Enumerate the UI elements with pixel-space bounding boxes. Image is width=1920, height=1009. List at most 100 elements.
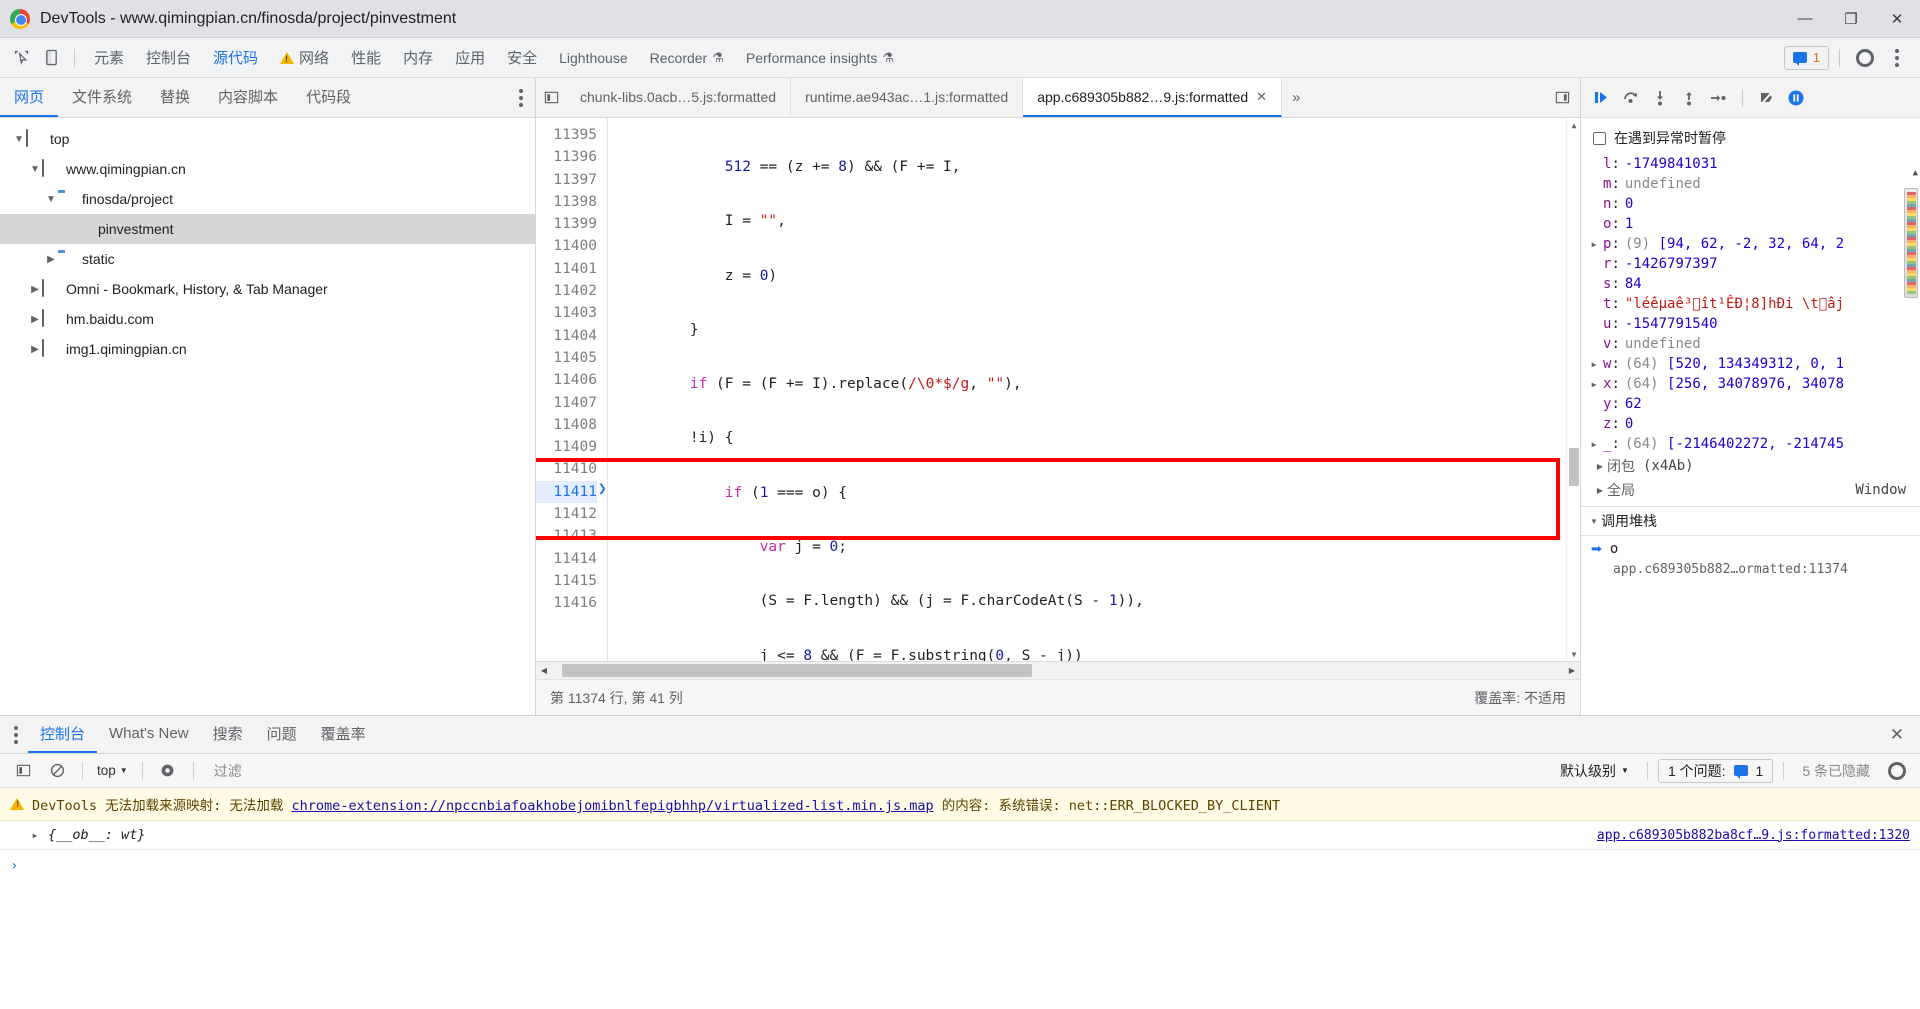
scope-var-s[interactable]: s:84 [1587, 274, 1920, 294]
call-stack-location[interactable]: app.c689305b882…ormatted:11374 [1581, 562, 1920, 577]
scope-var-w[interactable]: ▶ w: (64) [520, 134349312, 0, 1 [1587, 354, 1920, 374]
navigator-file-tree[interactable]: ▼ top ▼ www.qimingpian.cn ▼ finosda/proj… [0, 118, 535, 715]
console-object-message[interactable]: ▶ {__ob__: wt} app.c689305b882ba8cf…9.js… [0, 821, 1920, 850]
scope-var-underscore[interactable]: ▶ _: (64) [-2146402272, -214745 [1587, 434, 1920, 454]
console-message-source-link[interactable]: app.c689305b882ba8cf…9.js:formatted:1320 [1597, 828, 1910, 843]
scroll-left-arrow-icon[interactable]: ◀ [536, 666, 552, 675]
console-sidebar-icon[interactable] [8, 757, 38, 785]
step-into-icon[interactable] [1647, 85, 1673, 111]
close-button[interactable]: ✕ [1874, 0, 1920, 38]
next-tab-icon[interactable] [1545, 78, 1580, 117]
drawer-tab-coverage[interactable]: 覆盖率 [309, 716, 378, 753]
editor-vertical-scrollbar[interactable]: ▲ ▼ [1566, 118, 1580, 661]
tree-item-hm-baidu[interactable]: ▶ hm.baidu.com [0, 304, 535, 334]
editor-tab-runtime[interactable]: runtime.ae943ac…1.js:formatted [791, 78, 1024, 117]
scroll-up-arrow-icon[interactable]: ▲ [1567, 118, 1580, 132]
live-expression-icon[interactable] [153, 757, 183, 785]
tab-console[interactable]: 控制台 [135, 38, 202, 77]
drawer-tab-console[interactable]: 控制台 [28, 716, 98, 753]
console-level-selector[interactable]: 默认级别 ▼ [1552, 761, 1637, 781]
tree-item-domain[interactable]: ▼ www.qimingpian.cn [0, 154, 535, 184]
tab-elements[interactable]: 元素 [83, 38, 135, 77]
pause-on-exceptions-icon[interactable] [1783, 85, 1809, 111]
console-warning-message[interactable]: DevTools 无法加载来源映射: 无法加载 chrome-extension… [0, 788, 1920, 821]
tab-performance[interactable]: 性能 [340, 38, 392, 77]
tree-item-omni[interactable]: ▶ Omni - Bookmark, History, & Tab Manage… [0, 274, 535, 304]
tab-memory[interactable]: 内存 [392, 38, 444, 77]
tab-performance-insights[interactable]: Performance insights ⚗ [735, 38, 905, 77]
tab-security[interactable]: 安全 [496, 38, 548, 77]
scope-var-u[interactable]: u: -1547791540 [1587, 314, 1920, 334]
tab-recorder[interactable]: Recorder ⚗ [639, 38, 735, 77]
twisty-icon[interactable]: ▶ [28, 344, 42, 355]
scrollbar-thumb[interactable] [1569, 448, 1579, 486]
navigator-more-button[interactable] [507, 78, 535, 117]
deactivate-breakpoints-icon[interactable] [1754, 85, 1780, 111]
scroll-down-arrow-icon[interactable]: ▼ [1567, 647, 1580, 661]
expand-arrow-icon[interactable]: ▶ [28, 831, 42, 840]
step-over-icon[interactable] [1618, 85, 1644, 111]
pause-on-exceptions-row[interactable]: 在遇到异常时暂停 [1581, 118, 1920, 154]
tree-item-pinvestment[interactable]: pinvestment [0, 214, 535, 244]
hscroll-track[interactable] [552, 662, 1564, 679]
expand-arrow-icon[interactable]: ▶ [1593, 486, 1607, 495]
nav-tab-page[interactable]: 网页 [0, 78, 59, 117]
console-issues-button[interactable]: 1 个问题: 1 [1657, 758, 1774, 783]
editor-tab-overflow-button[interactable]: » [1282, 78, 1310, 117]
twisty-icon[interactable]: ▼ [12, 134, 26, 145]
scope-var-m[interactable]: m: undefined [1587, 174, 1920, 194]
code-text-area[interactable]: 512 == (z += 8) && (F += I, I = "", z = … [608, 118, 1580, 661]
collapse-arrow-icon[interactable]: ▼ [1587, 517, 1601, 526]
scope-var-t[interactable]: t: "léêµaê³⃝ît¹ÊÐ¦8]hÐi \t⃝âj [1587, 294, 1920, 314]
scope-var-x[interactable]: ▶ x: (64) [256, 34078976, 34078 [1587, 374, 1920, 394]
twisty-icon[interactable]: ▼ [44, 194, 58, 205]
scope-var-y[interactable]: y:62 [1587, 394, 1920, 414]
twisty-icon[interactable]: ▶ [44, 254, 58, 265]
drawer-tab-whats-new[interactable]: What's New [97, 716, 201, 753]
scope-var-v[interactable]: v: undefined [1587, 334, 1920, 354]
device-toolbar-icon[interactable] [36, 44, 66, 72]
twisty-icon[interactable]: ▶ [28, 284, 42, 295]
call-stack-frame[interactable]: ➡ o [1581, 536, 1920, 562]
editor-horizontal-scrollbar[interactable]: ◀ ▶ [536, 661, 1580, 679]
resume-script-icon[interactable] [1589, 85, 1615, 111]
tab-network[interactable]: 网络 [269, 38, 340, 77]
clear-console-icon[interactable] [42, 757, 72, 785]
twisty-icon[interactable]: ▼ [28, 164, 42, 175]
gear-icon[interactable] [1850, 44, 1880, 72]
expand-arrow-icon[interactable]: ▶ [1587, 240, 1601, 249]
close-icon[interactable]: ✕ [1256, 89, 1267, 105]
scope-var-l[interactable]: l: -1749841031 [1587, 154, 1920, 174]
tree-item-top[interactable]: ▼ top [0, 124, 535, 154]
scope-var-n[interactable]: n:0 [1587, 194, 1920, 214]
tab-application[interactable]: 应用 [444, 38, 496, 77]
close-icon[interactable]: ✕ [1874, 725, 1920, 745]
nav-tab-content-scripts[interactable]: 内容脚本 [204, 78, 292, 117]
code-editor[interactable]: 11395 11396 11397 11398 11399 11400 1140… [536, 118, 1580, 661]
scrollbar-minimap[interactable] [1904, 188, 1918, 298]
minimize-button[interactable]: — [1782, 0, 1828, 38]
gear-icon[interactable] [1882, 757, 1912, 785]
cursor-select-icon[interactable] [6, 44, 36, 72]
tab-sources[interactable]: 源代码 [202, 38, 269, 77]
issues-counter-button[interactable]: 1 [1783, 45, 1829, 70]
nav-tab-overrides[interactable]: 替换 [146, 78, 204, 117]
source-map-link[interactable]: chrome-extension://npccnbiafoakhobejomib… [292, 798, 934, 814]
call-stack-header[interactable]: ▼ 调用堆栈 [1581, 506, 1920, 536]
scroll-right-arrow-icon[interactable]: ▶ [1564, 666, 1580, 675]
nav-tab-snippets[interactable]: 代码段 [292, 78, 365, 117]
drawer-more-button[interactable] [0, 725, 28, 744]
scope-var-o[interactable]: o:1 [1587, 214, 1920, 234]
scope-section-global[interactable]: ▶ 全局 Window [1587, 478, 1920, 502]
scope-variables-list[interactable]: ▲ l: -1749841031 m: undefined n:0 o:1 ▶ p:(… [1581, 154, 1920, 502]
pause-on-exceptions-checkbox[interactable] [1593, 131, 1606, 145]
twisty-icon[interactable]: ▶ [28, 314, 42, 325]
console-prompt-row[interactable]: › [0, 850, 1920, 882]
nav-tab-filesystem[interactable]: 文件系统 [58, 78, 146, 117]
expand-arrow-icon[interactable]: ▶ [1587, 380, 1601, 389]
tree-item-folder-project[interactable]: ▼ finosda/project [0, 184, 535, 214]
scope-section-closure[interactable]: ▶ 闭包 (x4Ab) [1587, 454, 1920, 478]
tab-lighthouse[interactable]: Lighthouse [548, 38, 639, 77]
expand-arrow-icon[interactable]: ▶ [1587, 440, 1601, 449]
maximize-button[interactable]: ❐ [1828, 0, 1874, 38]
